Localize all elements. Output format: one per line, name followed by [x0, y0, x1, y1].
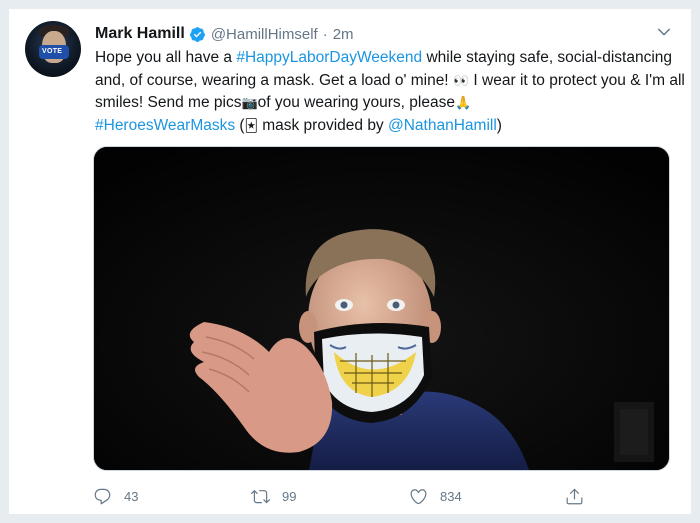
- text-segment: ): [496, 116, 502, 134]
- reply-count: 43: [124, 488, 139, 504]
- eyes-emoji-icon: 👀: [452, 72, 470, 88]
- avatar-mask-text: VOTE: [42, 48, 63, 55]
- pray-emoji-icon: 🙏: [454, 95, 472, 110]
- heart-icon: [410, 488, 427, 504]
- retweet-icon: [251, 489, 270, 503]
- text-segment: mask provided by: [257, 116, 388, 134]
- avatar-mask: VOTE: [39, 45, 69, 59]
- photo-illustration: [94, 147, 669, 470]
- tweet-timestamp[interactable]: 2m: [333, 26, 354, 43]
- share-icon: [566, 488, 583, 504]
- hashtag-heroeswearmasks[interactable]: #HeroesWearMasks: [95, 117, 235, 134]
- chevron-down-icon[interactable]: [655, 23, 673, 41]
- camera-emoji-icon: 📷: [241, 95, 258, 110]
- tweet-actions: 43 99 834: [93, 484, 613, 508]
- author-name[interactable]: Mark Hamill: [95, 25, 185, 43]
- text-segment: (: [235, 116, 245, 134]
- tweet-photo[interactable]: [93, 146, 670, 471]
- verified-badge-icon: [189, 26, 205, 42]
- like-count: 834: [440, 488, 462, 504]
- share-button[interactable]: [565, 484, 584, 508]
- mention-nathanhamill[interactable]: @NathanHamill: [388, 117, 497, 134]
- tweet-card[interactable]: VOTE Mark Hamill @HamillHimself · 2m Hop…: [8, 8, 692, 515]
- header-separator: ·: [322, 25, 328, 43]
- joker-emoji-icon: 🃏: [244, 117, 258, 133]
- tweet-header: Mark Hamill @HamillHimself · 2m: [95, 23, 354, 45]
- like-button[interactable]: 834: [409, 484, 462, 508]
- avatar[interactable]: VOTE: [25, 21, 81, 77]
- timeline-background: VOTE Mark Hamill @HamillHimself · 2m Hop…: [0, 0, 700, 523]
- author-handle[interactable]: @HamillHimself: [211, 26, 318, 43]
- hashtag-happylabordayweekend[interactable]: #HappyLaborDayWeekend: [236, 49, 422, 66]
- reply-button[interactable]: 43: [93, 484, 138, 508]
- retweet-count: 99: [282, 488, 297, 504]
- text-segment: of you wearing yours, please: [257, 94, 455, 111]
- text-segment: Hope you all have a: [95, 49, 237, 66]
- tweet-text: Hope you all have a #HappyLaborDayWeeken…: [95, 47, 685, 137]
- retweet-button[interactable]: 99: [251, 484, 296, 508]
- reply-icon: [94, 488, 111, 504]
